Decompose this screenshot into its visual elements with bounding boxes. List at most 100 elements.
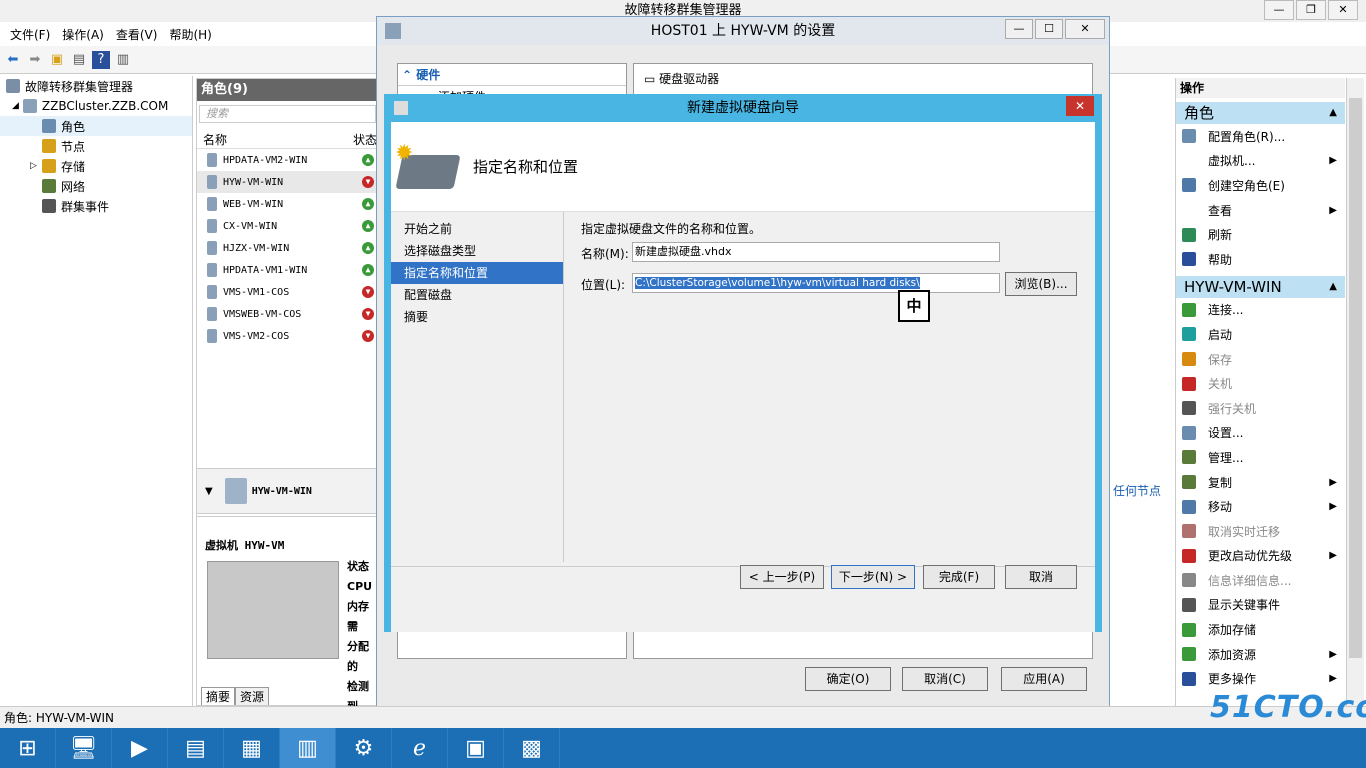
action-item[interactable]: 更多操作 ▶ bbox=[1176, 666, 1345, 691]
tree-root[interactable]: 故障转移群集管理器 bbox=[0, 76, 192, 96]
detail-tab[interactable]: 资源 bbox=[235, 687, 270, 705]
next-button[interactable]: 下一步(N) > bbox=[831, 565, 915, 589]
expand-icon[interactable]: ◢ bbox=[12, 101, 19, 111]
name-field[interactable]: 新建虚拟硬盘.vhdx bbox=[632, 242, 1000, 262]
browse-button[interactable]: 浏览(B)... bbox=[1005, 272, 1077, 296]
tools-icon[interactable]: ⚙ bbox=[336, 728, 392, 768]
action-item[interactable]: 管理... bbox=[1176, 445, 1345, 470]
role-row[interactable]: HJZX-VM-WIN ▲ bbox=[197, 237, 378, 259]
action-item[interactable]: 添加资源 ▶ bbox=[1176, 642, 1345, 667]
tree-item-storage[interactable]: ▷ 存储 bbox=[0, 156, 192, 176]
settings-cancel-button[interactable]: 取消(C) bbox=[902, 667, 988, 691]
role-row[interactable]: VMS-VM2-COS ▼ bbox=[197, 325, 378, 347]
actions-section-roles[interactable]: 角色 ▲ bbox=[1176, 102, 1345, 124]
close-button[interactable]: ✕ bbox=[1328, 0, 1358, 20]
action-item[interactable]: 刷新 bbox=[1176, 222, 1345, 247]
action-item[interactable]: 查看 ▶ bbox=[1176, 198, 1345, 223]
show-hide-tree-icon[interactable]: ▤ bbox=[70, 51, 88, 69]
maximize-button[interactable]: ❐ bbox=[1296, 0, 1326, 20]
wizard-close-button[interactable]: ✕ bbox=[1066, 96, 1094, 116]
settings-maximize[interactable]: ☐ bbox=[1035, 19, 1063, 39]
location-field[interactable]: C:\ClusterStorage\volume1\hyw-vm\virtual… bbox=[632, 273, 1000, 293]
role-row[interactable]: HPDATA-VM2-WIN ▲ bbox=[197, 149, 378, 171]
wizard-step[interactable]: 配置磁盘 bbox=[391, 284, 563, 306]
tree-item-nodes[interactable]: 节点 bbox=[0, 136, 192, 156]
action-item[interactable]: 复制 ▶ bbox=[1176, 470, 1345, 495]
expand-icon[interactable]: ▷ bbox=[30, 161, 37, 171]
tree-cluster[interactable]: ◢ ZZBCluster.ZZB.COM bbox=[0, 96, 192, 116]
server-manager-icon[interactable]: 🖥 bbox=[56, 728, 112, 768]
role-row[interactable]: HPDATA-VM1-WIN ▲ bbox=[197, 259, 378, 281]
network-icon[interactable]: ▩ bbox=[504, 728, 560, 768]
action-icon bbox=[1182, 203, 1196, 217]
taskbar: ⊞ 🖥 ▶ ▤ ▦ ▥ ⚙ ℯ ▣ ▩ bbox=[0, 728, 1366, 768]
forward-icon[interactable]: ➡ bbox=[26, 51, 44, 69]
scrollbar-thumb[interactable] bbox=[1349, 98, 1362, 658]
action-item[interactable]: 显示关键事件 bbox=[1176, 593, 1345, 618]
actions-section-vm[interactable]: HYW-VM-WIN ▲ bbox=[1176, 275, 1345, 298]
back-icon[interactable]: ⬅ bbox=[4, 51, 22, 69]
settings-close[interactable]: ✕ bbox=[1065, 19, 1105, 39]
collapse-icon[interactable]: ▼ bbox=[205, 486, 213, 497]
menu-item[interactable]: 操作(A) bbox=[56, 26, 110, 43]
wizard-step[interactable]: 指定名称和位置 bbox=[391, 262, 563, 284]
wizard-step[interactable]: 摘要 bbox=[391, 306, 563, 328]
action-icon bbox=[1182, 524, 1196, 539]
role-row[interactable]: WEB-VM-WIN ▲ bbox=[197, 193, 378, 215]
detail-label: 内存需 bbox=[347, 600, 369, 633]
action-item[interactable]: 帮助 bbox=[1176, 247, 1345, 272]
action-item[interactable]: 取消实时迁移 bbox=[1176, 519, 1345, 544]
minimize-button[interactable]: — bbox=[1264, 0, 1294, 20]
action-item[interactable]: 连接... bbox=[1176, 298, 1345, 323]
column-status[interactable]: 状态 bbox=[353, 131, 377, 148]
action-item[interactable]: 创建空角色(E) bbox=[1176, 173, 1345, 198]
show-action-pane-icon[interactable]: ▥ bbox=[114, 51, 132, 69]
menu-item[interactable]: 文件(F) bbox=[4, 26, 56, 43]
wizard-step[interactable]: 选择磁盘类型 bbox=[391, 240, 563, 262]
roles-search-input[interactable]: 搜索 bbox=[199, 105, 376, 123]
file-explorer-icon[interactable]: ▤ bbox=[168, 728, 224, 768]
action-item[interactable]: 强行关机 bbox=[1176, 396, 1345, 421]
hyperv-manager-icon[interactable]: ▦ bbox=[224, 728, 280, 768]
remote-desktop-icon[interactable]: ▣ bbox=[448, 728, 504, 768]
wizard-step[interactable]: 开始之前 bbox=[391, 218, 563, 240]
role-row[interactable]: VMS-VM1-COS ▼ bbox=[197, 281, 378, 303]
previous-button[interactable]: < 上一步(P) bbox=[740, 565, 824, 589]
column-name[interactable]: 名称 bbox=[203, 131, 353, 148]
wizard-cancel-button[interactable]: 取消 bbox=[1005, 565, 1077, 589]
action-item[interactable]: 保存 bbox=[1176, 347, 1345, 372]
internet-explorer-icon[interactable]: ℯ bbox=[392, 728, 448, 768]
cluster-manager-icon[interactable]: ▥ bbox=[280, 728, 336, 768]
tree-item-cluster-events[interactable]: 群集事件 bbox=[0, 196, 192, 216]
detail-tab[interactable]: 摘要 bbox=[201, 687, 236, 705]
menu-item[interactable]: 帮助(H) bbox=[163, 26, 217, 43]
wizard-title: 新建虚拟硬盘向导 bbox=[687, 100, 799, 116]
tree-item-roles[interactable]: 角色 bbox=[0, 116, 192, 136]
finish-button[interactable]: 完成(F) bbox=[923, 565, 995, 589]
settings-minimize[interactable]: — bbox=[1005, 19, 1033, 39]
role-row[interactable]: CX-VM-WIN ▲ bbox=[197, 215, 378, 237]
action-item[interactable]: 启动 bbox=[1176, 322, 1345, 347]
help-icon[interactable]: ? bbox=[92, 50, 110, 69]
settings-ok-button[interactable]: 确定(O) bbox=[805, 667, 891, 691]
role-row[interactable]: HYW-VM-WIN ▼ bbox=[197, 171, 378, 193]
action-item[interactable]: 虚拟机... ▶ bbox=[1176, 149, 1345, 174]
action-item[interactable]: 配置角色(R)... bbox=[1176, 124, 1345, 149]
action-item[interactable]: 更改启动优先级 ▶ bbox=[1176, 544, 1345, 569]
any-node-link[interactable]: 任何节点 bbox=[1113, 482, 1161, 499]
action-item[interactable]: 添加存储 bbox=[1176, 617, 1345, 642]
action-item[interactable]: 移动 ▶ bbox=[1176, 494, 1345, 519]
collapse-up-icon: ▲ bbox=[1329, 280, 1337, 292]
action-item[interactable]: 设置... bbox=[1176, 421, 1345, 446]
up-folder-icon[interactable]: ▣ bbox=[48, 51, 66, 69]
action-item[interactable]: 信息详细信息... bbox=[1176, 568, 1345, 593]
powershell-icon[interactable]: ▶ bbox=[112, 728, 168, 768]
settings-apply-button[interactable]: 应用(A) bbox=[1001, 667, 1087, 691]
start-icon[interactable]: ⊞ bbox=[0, 728, 56, 768]
action-item[interactable]: 关机 bbox=[1176, 371, 1345, 396]
menu-item[interactable]: 查看(V) bbox=[110, 26, 164, 43]
role-row[interactable]: VMSWEB-VM-COS ▼ bbox=[197, 303, 378, 325]
tree-item-networks[interactable]: 网络 bbox=[0, 176, 192, 196]
hardware-group[interactable]: ⌃ 硬件 bbox=[398, 64, 626, 86]
actions-scrollbar[interactable] bbox=[1346, 78, 1364, 706]
